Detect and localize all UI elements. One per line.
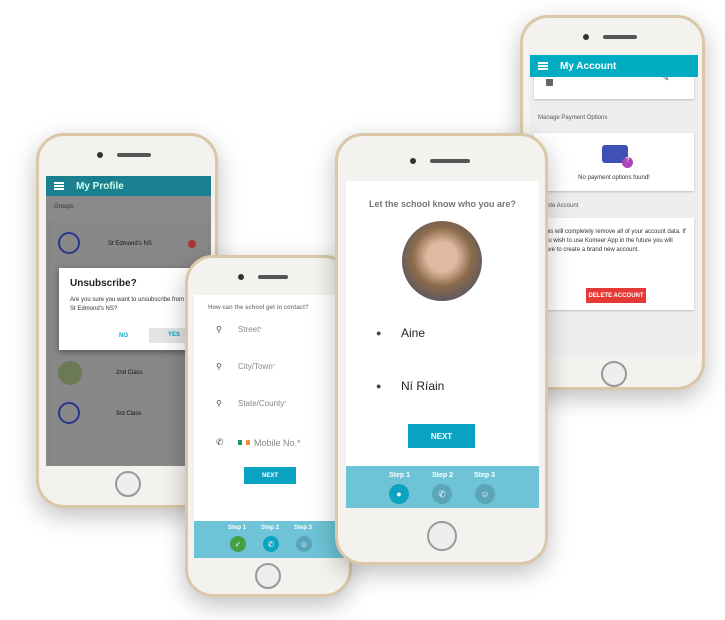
school-logo — [58, 232, 80, 254]
first-name-field[interactable]: ● Aine — [376, 326, 425, 340]
step-3-face-icon[interactable]: ☺ — [475, 484, 495, 504]
card-icon: ? — [602, 145, 633, 168]
step-2-phone-icon[interactable]: ✆ — [263, 536, 279, 552]
next-button[interactable]: NEXT — [408, 424, 475, 448]
phone-icon: ✆ — [216, 437, 224, 447]
remove-icon[interactable] — [188, 240, 196, 248]
last-name-field[interactable]: ● Ní Ríain — [376, 379, 444, 393]
home-button — [601, 361, 627, 387]
app-bar: My Account — [530, 55, 698, 77]
profile-photo[interactable] — [402, 221, 482, 301]
page-title: My Account — [560, 60, 617, 72]
city-field[interactable]: ⚲ City/Town * — [216, 362, 275, 371]
dialog-title: Unsubscribe? — [70, 278, 137, 289]
ireland-flag-icon[interactable] — [238, 440, 250, 445]
no-button[interactable]: NO — [119, 333, 128, 339]
person-icon: ● — [376, 381, 382, 391]
section-payment: Manage Payment Options — [538, 115, 608, 121]
home-button — [115, 471, 141, 497]
location-icon: ⚲ — [216, 362, 222, 371]
mobile-field[interactable]: ✆ Mobile No. * — [216, 437, 301, 448]
person-icon: ● — [376, 328, 382, 338]
step-3-face-icon[interactable]: ☺ — [296, 536, 312, 552]
section-groups: Groups — [54, 204, 74, 210]
delete-account-button[interactable]: DELETE ACCOUNT — [586, 288, 646, 303]
contact-heading: How can the school get in contact? — [208, 305, 309, 311]
menu-icon[interactable] — [54, 182, 64, 190]
delete-text: This will completely remove all of your … — [542, 229, 686, 253]
dialog-message: Are you sure you want to unsubscribe fro… — [70, 297, 185, 312]
home-button — [255, 563, 281, 589]
street-field[interactable]: ⚲ Street * — [216, 325, 261, 334]
home-button — [427, 521, 457, 551]
page-title: My Profile — [76, 180, 124, 192]
step-2-phone-icon[interactable]: ✆ — [432, 484, 452, 504]
no-payment-text: No payment options found! — [578, 175, 650, 181]
identity-heading: Let the school know who you are? — [368, 199, 516, 209]
identity-screen: Let the school know who you are? ● Aine ●… — [346, 181, 539, 508]
step-1-person-icon[interactable]: ● — [389, 484, 409, 504]
phone-contact: How can the school get in contact? ⚲ Stre… — [185, 255, 352, 597]
state-field[interactable]: ⚲ State/County * — [216, 399, 286, 408]
school-logo — [58, 402, 80, 424]
step-1-done-icon[interactable]: ✓ — [230, 536, 246, 552]
phone-identity: Let the school know who you are? ● Aine ●… — [335, 133, 548, 565]
lock-icon — [546, 79, 553, 86]
location-icon: ⚲ — [216, 325, 222, 334]
account-screen: ✎ My Account Manage Payment Options ? No… — [530, 55, 698, 355]
contact-screen: How can the school get in contact? ⚲ Stre… — [194, 295, 344, 558]
menu-icon[interactable] — [538, 62, 548, 70]
group-item[interactable]: St Edmond's NS — [50, 229, 208, 259]
location-icon: ⚲ — [216, 399, 222, 408]
class-avatar — [58, 361, 82, 385]
next-button[interactable]: NEXT — [244, 467, 296, 484]
